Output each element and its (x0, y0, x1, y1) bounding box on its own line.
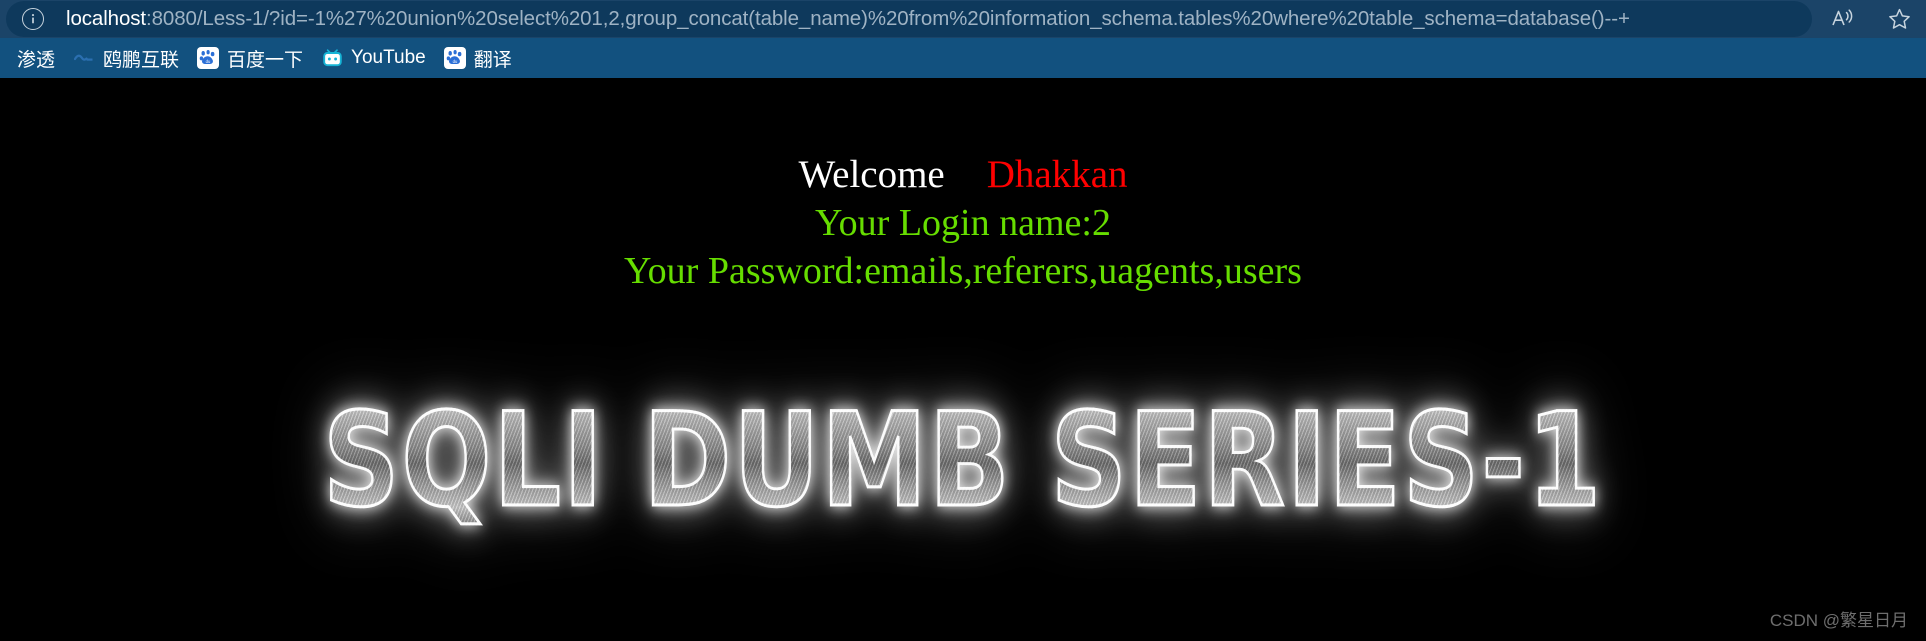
welcome-username: Dhakkan (986, 153, 1128, 196)
read-aloud-icon[interactable] (1830, 6, 1856, 32)
bookmark-item-baidu[interactable]: du 百度一下 (188, 38, 312, 78)
url-path: :8080/Less-1/?id=-1%27%20union%20select%… (146, 7, 1630, 30)
bookmark-item-shentou[interactable]: 渗透 (8, 38, 64, 78)
url-text[interactable]: localhost:8080/Less-1/?id=-1%27%20union%… (66, 0, 1630, 38)
bookmark-label: YouTube (351, 47, 426, 68)
page-content: Welcome Dhakkan Your Login name:2 Your Pa… (0, 78, 1926, 641)
bookmark-item-oupeng[interactable]: 鸥鹏互联 (64, 38, 188, 78)
info-circle-icon[interactable] (22, 8, 44, 30)
chrome-action-buttons (1830, 0, 1912, 38)
favorites-star-icon[interactable] (1886, 6, 1912, 32)
bookmarks-bar: 渗透 鸥鹏互联 du 百度一下 YouTube du 翻译 (0, 38, 1926, 78)
bookmark-item-youtube[interactable]: YouTube (312, 38, 435, 78)
baidu-paw-icon: du (197, 47, 220, 69)
svg-text:du: du (206, 59, 211, 64)
welcome-label: Welcome (798, 153, 945, 196)
sqli-banner: SQLI DUMB SERIES-1 (0, 394, 1926, 527)
bookmark-item-fanyi[interactable]: du 翻译 (435, 38, 521, 78)
bookmark-label: 翻译 (473, 49, 512, 71)
blue-dot-icon (73, 47, 95, 69)
sqli-result-block: Welcome Dhakkan Your Login name:2 Your Pa… (0, 78, 1926, 292)
login-name-line: Your Login name:2 (815, 202, 1111, 245)
bookmark-label: 渗透 (17, 49, 56, 71)
address-bar[interactable]: localhost:8080/Less-1/?id=-1%27%20union%… (0, 0, 1926, 38)
welcome-line: Welcome Dhakkan (0, 153, 1926, 196)
browser-chrome: localhost:8080/Less-1/?id=-1%27%20union%… (0, 0, 1926, 78)
baidu-paw-icon: du (443, 47, 466, 69)
csdn-watermark: CSDN @繁星日月 (1769, 611, 1908, 630)
sqli-banner-text: SQLI DUMB SERIES-1 (322, 385, 1603, 536)
tv-icon (321, 47, 343, 69)
bookmark-label: 鸥鹏互联 (103, 49, 180, 71)
password-line: Your Password:emails,referers,uagents,us… (624, 250, 1302, 293)
url-host: localhost (66, 7, 147, 30)
bookmark-label: 百度一下 (227, 49, 304, 71)
svg-text:du: du (452, 59, 457, 64)
